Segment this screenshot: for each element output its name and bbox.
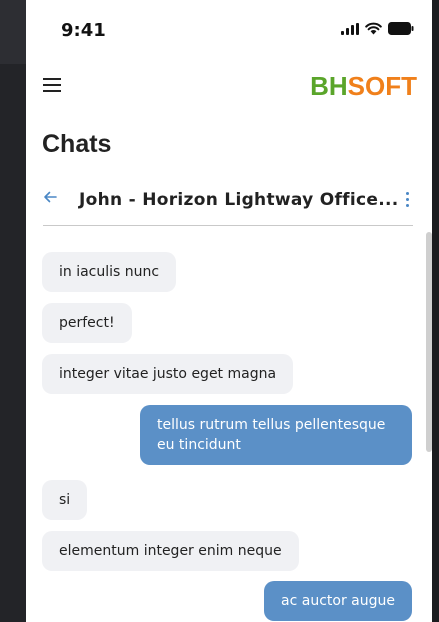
status-icons [341, 22, 414, 35]
phone-screen: 9:41 BHSOFT Chats John - Horizon Lightwa… [26, 0, 432, 622]
message-bubble-outgoing: ac auctor augue [264, 581, 412, 621]
message-bubble-incoming: integer vitae justo eget magna [42, 354, 294, 394]
logo-bh: BH [310, 71, 348, 101]
chat-title: John - Horizon Lightway Office... [79, 190, 399, 210]
status-bar: 9:41 [26, 0, 432, 60]
background-panel [0, 0, 26, 622]
back-arrow-icon[interactable] [43, 190, 57, 208]
message-bubble-incoming: elementum integer enim neque [42, 531, 299, 571]
message-bubble-outgoing: tellus rutrum tellus pellentesque eu tin… [140, 405, 412, 465]
page-title: Chats [42, 130, 112, 158]
app-header: BHSOFT [26, 64, 432, 108]
message-list: in iaculis nunc perfect! integer vitae j… [42, 252, 412, 622]
wifi-icon [365, 22, 382, 35]
message-bubble-incoming: si [42, 480, 88, 520]
more-options-icon[interactable] [406, 192, 409, 207]
scrollbar[interactable] [426, 232, 432, 452]
status-time: 9:41 [61, 20, 106, 41]
chat-header: John - Horizon Lightway Office... [43, 186, 413, 226]
menu-icon[interactable] [43, 78, 61, 92]
bhsoft-logo: BHSOFT [310, 71, 417, 102]
signal-icon [341, 22, 359, 35]
message-bubble-incoming: in iaculis nunc [42, 252, 177, 292]
message-bubble-incoming: perfect! [42, 303, 132, 343]
logo-soft: SOFT [347, 71, 417, 101]
battery-icon [388, 22, 414, 35]
background-panel-top [0, 0, 26, 64]
